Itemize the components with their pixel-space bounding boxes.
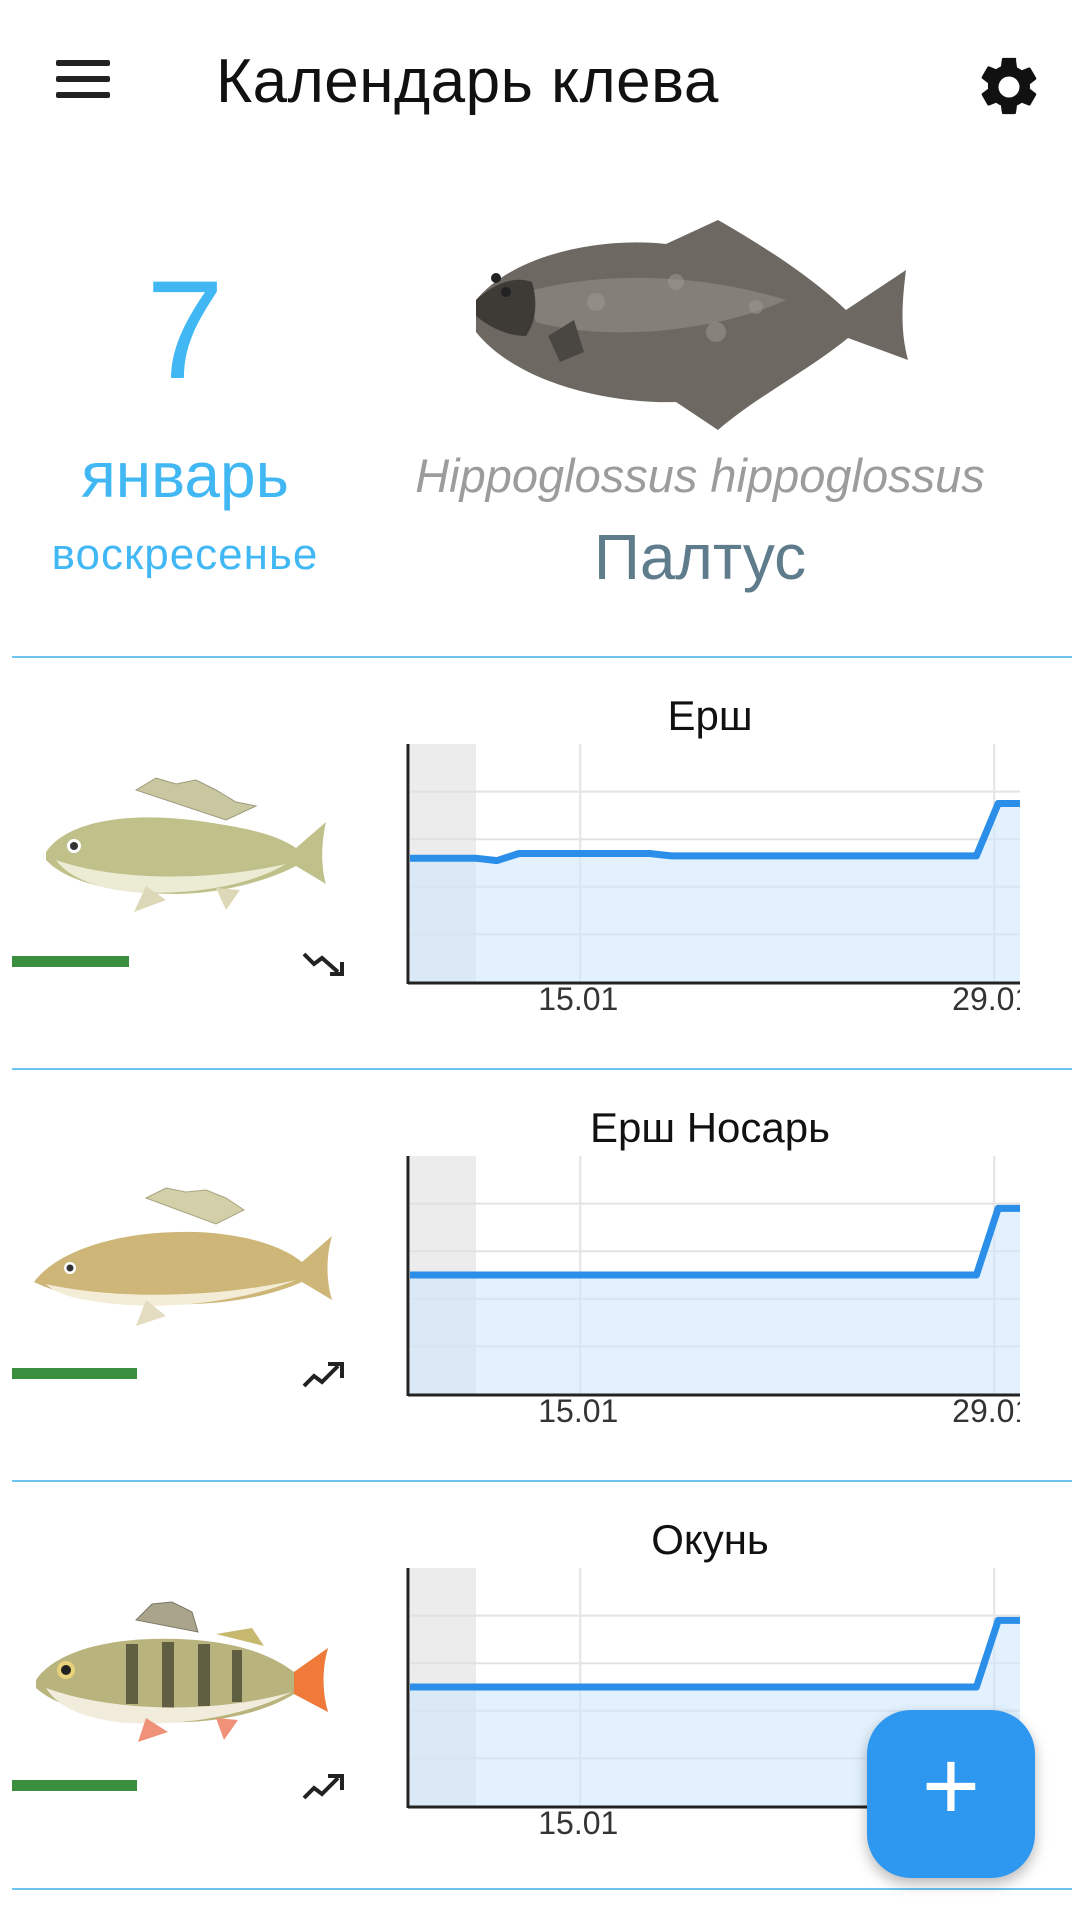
- month-name: январь: [81, 439, 289, 511]
- trending-up-icon: [302, 1362, 344, 1388]
- gear-icon[interactable]: [974, 52, 1044, 122]
- x-tick-label: 15.01: [538, 1805, 618, 1836]
- app-bar: Календарь клева: [0, 0, 1080, 170]
- x-tick-label: 15.01: [538, 981, 618, 1012]
- ruffe-image: [46, 777, 326, 912]
- bite-forecast-chart: 15.01 29.01: [406, 744, 1020, 1012]
- divider: [12, 1068, 1072, 1070]
- fish-latin-name: Hippoglossus hippoglossus: [415, 449, 985, 502]
- today-header: 7 январь воскресенье Hippoglossus hippog…: [0, 170, 1080, 650]
- fish-card[interactable]: Ерш Носарь 15.01 29.01: [0, 1072, 1080, 1480]
- menu-button[interactable]: [44, 54, 124, 118]
- series-line: [410, 800, 1020, 865]
- x-tick-label: 29.01: [952, 981, 1020, 1012]
- chart-title: Ерш: [667, 692, 753, 739]
- divider: [12, 1480, 1072, 1482]
- ruffe-nosar-image: [34, 1187, 332, 1326]
- divider: [12, 656, 1072, 658]
- weekday-name: воскресенье: [51, 530, 319, 579]
- bite-forecast-chart: 15.01 29.01: [406, 1156, 1020, 1424]
- chart-title: Окунь: [651, 1516, 769, 1563]
- series-area: [410, 803, 1020, 982]
- halibut-image: [476, 220, 908, 430]
- add-icon: +: [921, 1730, 981, 1842]
- divider: [12, 1888, 1072, 1890]
- activity-bar: [12, 956, 129, 967]
- series-area: [410, 1208, 1020, 1394]
- fish-card[interactable]: Ерш 15.01 29.01: [0, 660, 1080, 1068]
- fish-common-name: Палтус: [593, 521, 807, 593]
- series-line: [410, 1204, 1020, 1279]
- chart-title: Ерш Носарь: [589, 1104, 831, 1151]
- x-tick-label: 29.01: [952, 1393, 1020, 1424]
- series-line: [410, 1616, 1020, 1691]
- activity-bar: [12, 1780, 137, 1791]
- day-number: 7: [146, 251, 224, 408]
- add-fish-button[interactable]: +: [867, 1710, 1035, 1878]
- perch-image: [36, 1601, 328, 1742]
- x-tick-label: 15.01: [538, 1393, 618, 1424]
- trending-up-icon: [302, 1774, 344, 1800]
- app-title: Календарь клева: [216, 47, 719, 116]
- activity-bar: [12, 1368, 137, 1379]
- trending-down-icon: [302, 952, 344, 976]
